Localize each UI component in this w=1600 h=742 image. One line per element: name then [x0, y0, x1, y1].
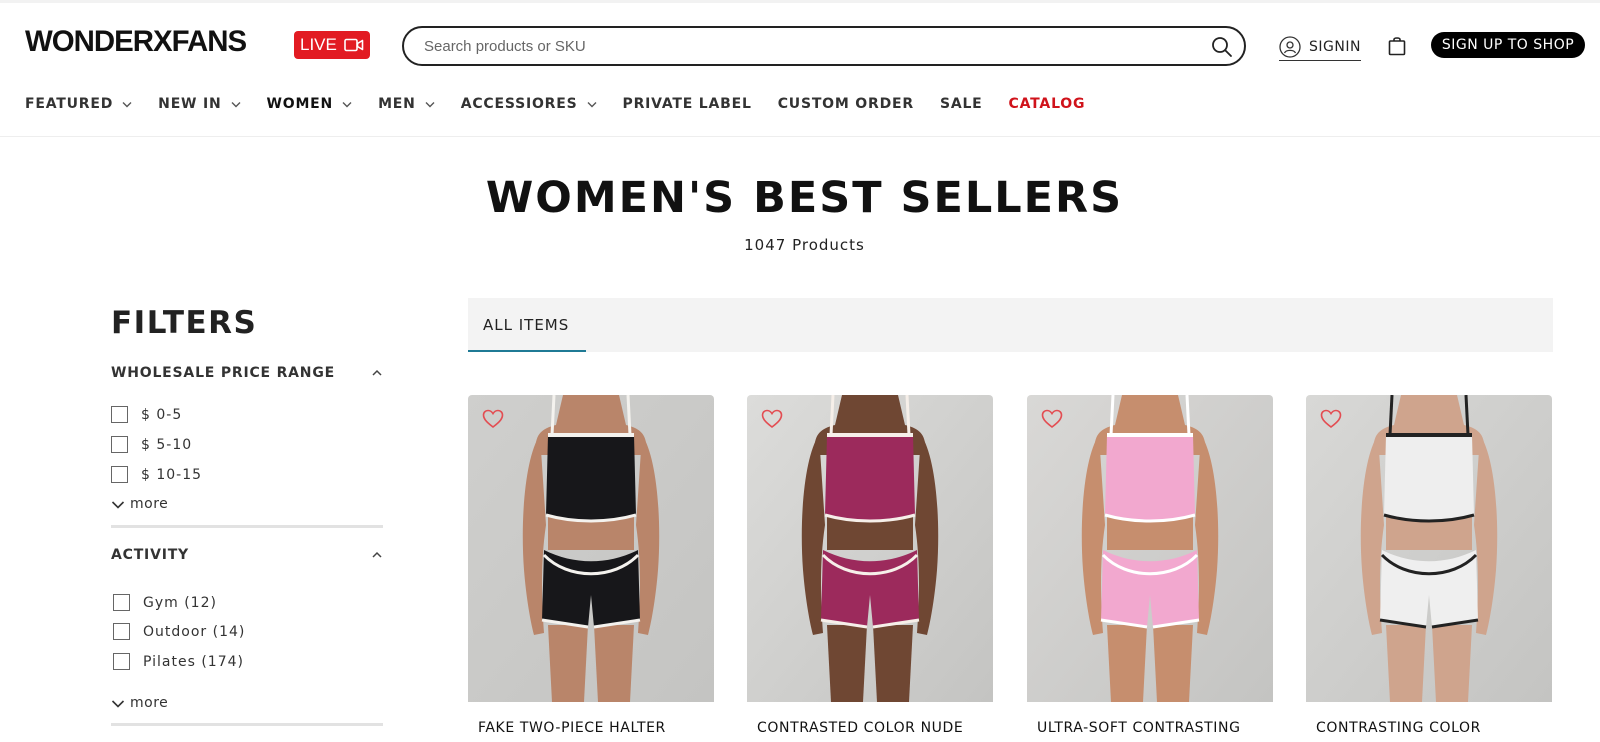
filter-divider: [111, 525, 383, 528]
filter-option-label: Outdoor (14): [143, 623, 246, 640]
product-image[interactable]: [1306, 395, 1552, 702]
user-icon: [1279, 35, 1301, 58]
signin-label: SIGNIN: [1309, 38, 1361, 55]
nav-item-catalog[interactable]: CATALOG: [1009, 94, 1086, 114]
filter-option-label: $ 5-10: [141, 436, 193, 453]
more-label: more: [130, 496, 169, 512]
filter-option-label: $ 0-5: [141, 406, 183, 423]
chevron-down-icon: [111, 500, 125, 509]
search-bar: [402, 26, 1246, 66]
filter-option[interactable]: $ 5-10: [111, 436, 192, 453]
shopping-bag-icon[interactable]: [1388, 36, 1406, 56]
top-border: [0, 0, 1600, 3]
tab-label: ALL ITEMS: [483, 316, 570, 334]
heart-icon[interactable]: [761, 409, 783, 429]
nav-item-featured[interactable]: FEATURED: [25, 94, 132, 114]
nav-item-label: WOMEN: [266, 96, 334, 112]
heart-icon[interactable]: [482, 409, 504, 429]
header-divider: [0, 136, 1600, 137]
search-input[interactable]: [424, 34, 1184, 58]
filter-group-title: ACTIVITY: [111, 547, 189, 563]
filter-option[interactable]: Gym (12): [113, 594, 217, 611]
video-camera-icon: [344, 38, 364, 52]
heart-icon[interactable]: [1320, 409, 1342, 429]
filter-group-price-header[interactable]: WHOLESALE PRICE RANGE: [111, 363, 383, 383]
product-image[interactable]: [1027, 395, 1273, 702]
nav-item-label: CUSTOM ORDER: [777, 96, 914, 112]
nav-item-women[interactable]: WOMEN: [267, 94, 353, 114]
checkbox[interactable]: [111, 406, 128, 423]
filter-option-label: $ 10-15: [141, 466, 203, 483]
more-toggle[interactable]: more: [111, 496, 168, 512]
product-image[interactable]: [747, 395, 993, 702]
chevron-down-icon: [231, 101, 240, 107]
more-label: more: [130, 695, 169, 711]
nav-item-label: CATALOG: [1008, 96, 1086, 112]
signup-button[interactable]: SIGN UP TO SHOP: [1431, 32, 1585, 58]
search-icon[interactable]: [1210, 35, 1234, 59]
product-count: 1047 Products: [744, 236, 865, 254]
nav-item-men[interactable]: MEN: [378, 94, 435, 114]
nav-item-label: MEN: [378, 96, 416, 112]
more-toggle[interactable]: more: [111, 695, 168, 711]
checkbox[interactable]: [111, 466, 128, 483]
filters-title: FILTERS: [111, 305, 258, 341]
product-image[interactable]: [468, 395, 714, 702]
filter-group-activity-header[interactable]: ACTIVITY: [111, 545, 383, 565]
main-nav: FEATURED NEW IN WOMEN MEN ACCESSIORES PRIVATE…: [25, 94, 1111, 114]
chevron-up-icon[interactable]: [371, 369, 383, 377]
nav-item-label: NEW IN: [158, 96, 222, 112]
nav-item-new-in[interactable]: NEW IN: [158, 94, 240, 114]
nav-item-label: FEATURED: [25, 96, 114, 112]
tab-all-items[interactable]: ALL ITEMS: [468, 298, 586, 352]
nav-item-label: ACCESSIORES: [460, 96, 578, 112]
nav-item-sale[interactable]: SALE: [940, 94, 983, 114]
product-card[interactable]: FAKE TWO-PIECE HALTER: [468, 395, 714, 742]
filter-option[interactable]: $ 0-5: [111, 406, 182, 423]
product-name[interactable]: CONTRASTING COLOR: [1316, 720, 1481, 736]
logo[interactable]: WONDERXFANS: [25, 24, 247, 60]
chevron-up-icon[interactable]: [371, 551, 383, 559]
page-title: WOMEN'S BEST SELLERS: [485, 173, 1124, 223]
signin-link[interactable]: SIGNIN: [1279, 33, 1361, 61]
filter-option[interactable]: Pilates (174): [113, 653, 244, 670]
nav-item-custom-order[interactable]: CUSTOM ORDER: [778, 94, 914, 114]
live-badge[interactable]: LIVE: [294, 31, 370, 59]
product-name[interactable]: ULTRA-SOFT CONTRASTING: [1037, 720, 1241, 736]
nav-item-label: PRIVATE LABEL: [622, 96, 752, 112]
product-card[interactable]: CONTRASTING COLOR: [1306, 395, 1552, 742]
filter-option-label: Pilates (174): [143, 653, 244, 670]
product-card[interactable]: ULTRA-SOFT CONTRASTING: [1027, 395, 1273, 742]
checkbox[interactable]: [111, 436, 128, 453]
heart-icon[interactable]: [1041, 409, 1063, 429]
filter-group-title: WHOLESALE PRICE RANGE: [111, 365, 335, 381]
checkbox[interactable]: [113, 653, 130, 670]
filter-option-label: Gym (12): [143, 594, 217, 611]
nav-item-label: SALE: [939, 96, 983, 112]
tab-bar: ALL ITEMS: [468, 298, 1553, 352]
product-card[interactable]: CONTRASTED COLOR NUDE: [747, 395, 993, 742]
live-label: LIVE: [300, 35, 337, 54]
filter-divider: [111, 723, 383, 726]
product-name[interactable]: CONTRASTED COLOR NUDE: [757, 720, 963, 736]
nav-item-accessiores[interactable]: ACCESSIORES: [461, 94, 597, 114]
nav-item-private-label[interactable]: PRIVATE LABEL: [623, 94, 752, 114]
chevron-down-icon: [587, 101, 597, 107]
filter-option[interactable]: Outdoor (14): [113, 623, 245, 640]
chevron-down-icon: [111, 699, 125, 708]
checkbox[interactable]: [113, 623, 130, 640]
chevron-down-icon: [425, 101, 435, 107]
product-name[interactable]: FAKE TWO-PIECE HALTER: [478, 720, 666, 736]
chevron-down-icon: [342, 101, 352, 107]
filter-option[interactable]: $ 10-15: [111, 466, 202, 483]
chevron-down-icon: [122, 101, 132, 107]
checkbox[interactable]: [113, 594, 130, 611]
